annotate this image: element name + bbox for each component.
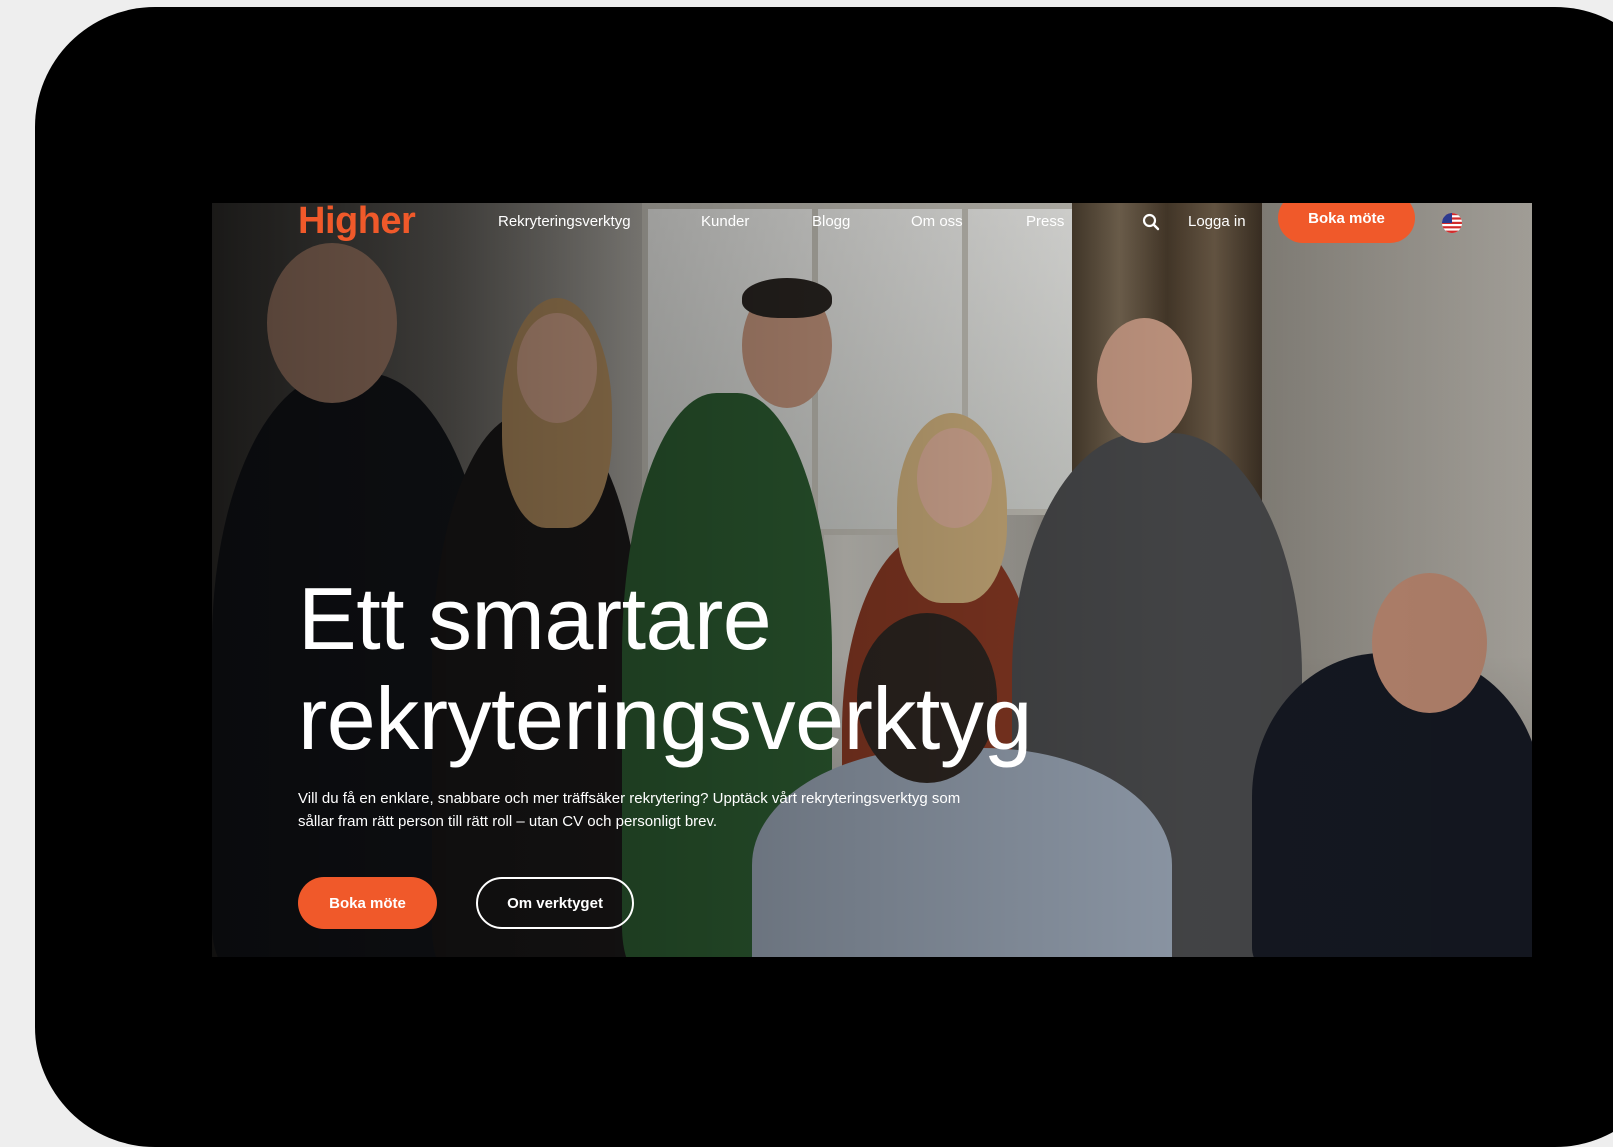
hero-about-tool-button[interactable]: Om verktyget xyxy=(476,877,634,929)
hero-title: Ett smartare rekryteringsverktyg xyxy=(298,569,1032,769)
login-link[interactable]: Logga in xyxy=(1188,213,1246,230)
nav-link-rekryteringsverktyg[interactable]: Rekryteringsverktyg xyxy=(498,213,631,230)
nav-link-press[interactable]: Press xyxy=(1026,213,1064,230)
hero-title-line-1: Ett smartare xyxy=(298,569,772,668)
hero-title-line-2: rekryteringsverktyg xyxy=(298,669,1032,768)
device-frame: Higher Rekryteringsverktyg Kunder Blogg … xyxy=(35,7,1613,1147)
nav-link-kunder[interactable]: Kunder xyxy=(701,213,749,230)
nav-book-meeting-button[interactable]: Boka möte xyxy=(1278,203,1415,243)
nav-link-om-oss[interactable]: Om oss xyxy=(911,213,963,230)
website-screen: Higher Rekryteringsverktyg Kunder Blogg … xyxy=(212,203,1532,957)
higher-logo[interactable]: Higher xyxy=(298,203,416,243)
search-icon[interactable] xyxy=(1141,212,1161,232)
hero-subtitle: Vill du få en enklare, snabbare och mer … xyxy=(298,790,961,830)
us-flag-icon[interactable] xyxy=(1442,213,1462,233)
hero-book-meeting-button[interactable]: Boka möte xyxy=(298,877,437,929)
nav-link-blogg[interactable]: Blogg xyxy=(812,213,850,230)
top-navigation: Higher Rekryteringsverktyg Kunder Blogg … xyxy=(212,203,1532,243)
